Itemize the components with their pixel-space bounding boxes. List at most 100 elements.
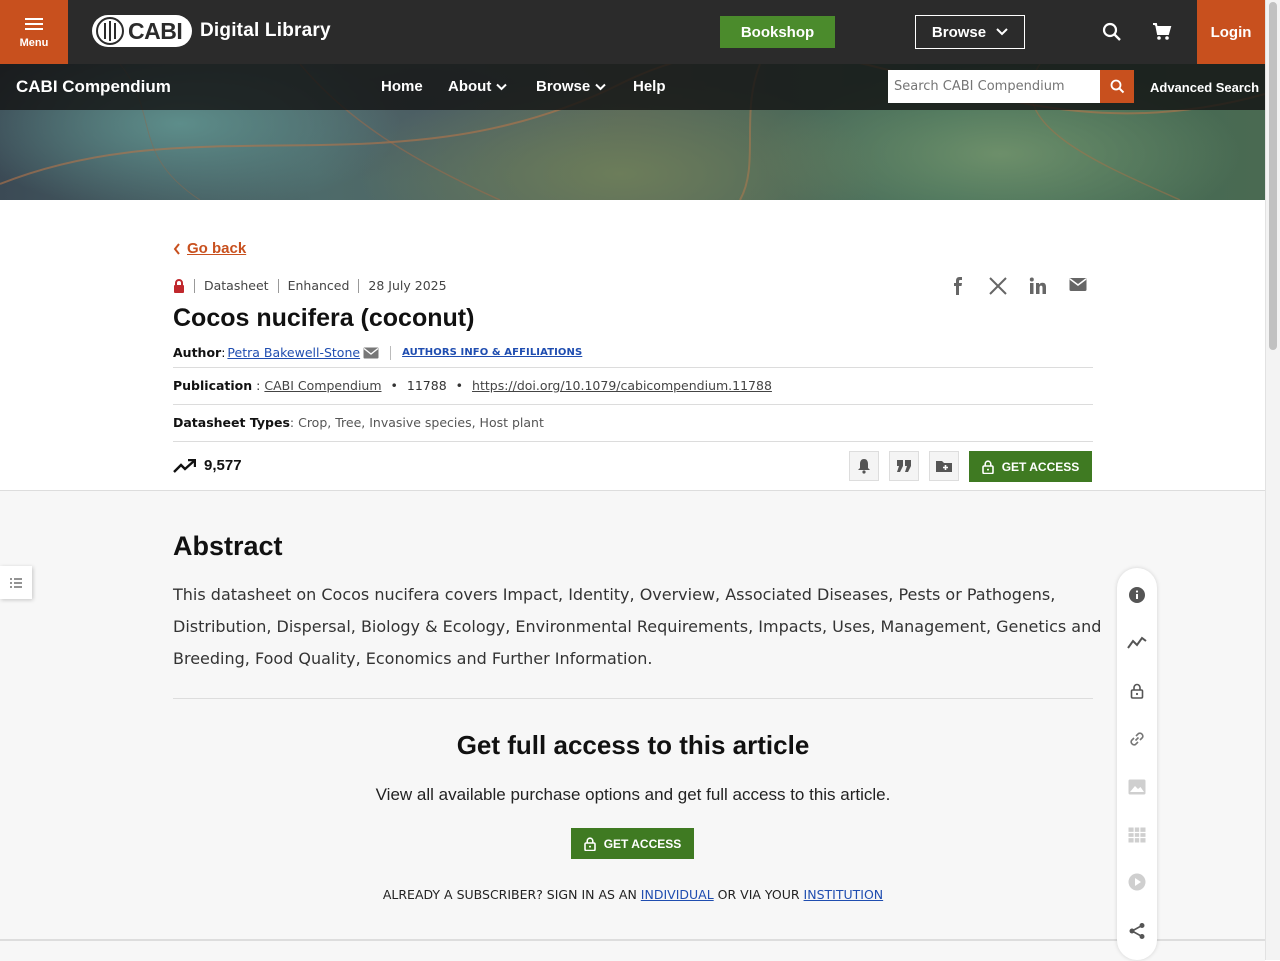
individual-signin-link[interactable]: INDIVIDUAL [641,887,714,902]
types-label: Datasheet Types [173,415,290,430]
full-access-heading: Get full access to this article [456,730,810,760]
nav-browse-label: Browse [536,78,591,95]
datasheet-types: Datasheet Types: Crop, Tree, Invasive sp… [173,415,544,430]
info-icon[interactable] [1127,585,1147,605]
list-icon [10,577,22,588]
nav-browse[interactable]: Browse [536,78,606,95]
types-value: Crop, Tree, Invasive species, Host plant [298,415,544,430]
abstract-text: This datasheet on Cocos nucifera covers … [173,585,1102,668]
publish-date: 28 July 2025 [368,278,447,293]
content-type: Datasheet [204,278,269,293]
chevron-down-icon [595,83,606,90]
divider [173,698,1093,699]
nav-home[interactable]: Home [381,78,423,95]
share-icon[interactable] [1127,921,1147,941]
divider [173,367,1093,368]
site-name: Digital Library [200,20,331,41]
divider [0,939,1265,941]
subscriber-middle: OR VIA YOUR [717,887,800,902]
nav-home-label: Home [381,78,423,95]
article-title: Cocos nucifera (coconut) [173,304,475,332]
cart-icon[interactable] [1152,22,1172,47]
link-icon[interactable] [1127,729,1147,749]
trending-icon [173,458,196,473]
view-count: 9,577 [173,457,242,474]
author-row: Author: Petra Bakewell-Stone AUTHORS INF… [173,345,583,360]
nav-help[interactable]: Help [633,78,666,95]
email-share-icon[interactable] [1069,277,1087,297]
subscriber-prefix: ALREADY A SUBSCRIBER? SIGN IN AS AN [382,887,637,902]
menu-icon [25,15,43,33]
folder-add-icon [936,461,952,472]
compendium-search-button[interactable] [1100,70,1134,103]
lock-icon [583,836,596,851]
scrollbar-thumb[interactable] [1269,2,1277,350]
full-access-subtext: View all available purchase options and … [375,785,891,804]
lock-icon[interactable] [1127,681,1147,701]
go-back-link[interactable]: Go back [173,240,246,257]
publication-number: 11788 [406,378,447,393]
get-access-label: GET ACCESS [603,836,682,851]
lock-icon [981,459,994,474]
institution-signin-link[interactable]: INSTITUTION [804,887,884,902]
divider [173,441,1093,442]
table-icon[interactable] [1127,825,1147,845]
authors-info-link[interactable]: AUTHORS INFO & AFFILIATIONS [402,347,582,358]
article-meta: Datasheet Enhanced 28 July 2025 [173,278,447,293]
publication-label: Publication [173,378,253,393]
subscriber-signin: ALREADY A SUBSCRIBER? SIGN IN AS AN INDI… [173,887,1093,902]
publication-link[interactable]: CABI Compendium [264,378,381,393]
doi-link[interactable]: https://doi.org/10.1079/cabicompendium.1… [472,378,772,393]
author-label: Author [173,345,222,360]
cabi-emblem-icon [96,17,124,45]
go-back-label[interactable]: Go back [187,240,246,257]
menu-button[interactable]: Menu [0,0,68,64]
search-icon[interactable] [1102,22,1122,47]
view-count-value: 9,577 [204,457,242,474]
logo-mark: CABI [92,15,192,47]
cabi-logo[interactable]: CABI Digital Library [92,15,331,47]
page-scrollbar[interactable] [1265,0,1280,960]
browse-dropdown[interactable]: Browse [915,15,1025,49]
get-access-label: GET ACCESS [1001,459,1080,474]
advanced-search-link[interactable]: Advanced Search [1150,80,1259,95]
cite-button[interactable] [889,451,919,481]
menu-label: Menu [19,37,49,49]
abstract-heading: Abstract [173,531,283,561]
nav-help-label: Help [633,78,666,95]
play-icon[interactable] [1127,872,1147,892]
chevron-down-icon [996,28,1008,36]
metrics-icon[interactable] [1127,632,1147,652]
author-name-link[interactable]: Petra Bakewell-Stone [227,345,360,360]
get-access-button[interactable]: GET ACCESS [571,828,694,859]
logo-text: CABI [128,17,183,44]
divider [173,404,1093,405]
bookshop-button[interactable]: Bookshop [720,16,835,48]
chevron-down-icon [496,83,508,90]
get-access-button[interactable]: GET ACCESS [969,451,1092,482]
facebook-icon[interactable] [950,277,966,300]
nav-about[interactable]: About [448,78,508,95]
image-icon[interactable] [1127,777,1147,797]
chevron-left-icon [173,242,180,255]
table-of-contents-toggle[interactable] [0,566,32,599]
bell-icon [858,459,870,474]
nav-about-label: About [448,78,492,95]
top-bar: Menu CABI Digital Library Bookshop Brows… [0,0,1265,64]
save-to-folder-button[interactable] [929,451,959,481]
x-icon[interactable] [989,277,1007,300]
compendium-title[interactable]: CABI Compendium [16,77,171,97]
compendium-nav: CABI Compendium Home About Browse Help A… [0,64,1265,110]
quote-icon [897,460,911,472]
publication-row: Publication: CABI Compendium • 11788 • h… [173,378,772,393]
article-tools-rail [1117,568,1157,960]
email-icon[interactable] [363,347,379,359]
alert-button[interactable] [849,451,879,481]
linkedin-icon[interactable] [1029,277,1047,300]
lock-icon [174,278,184,293]
content-status: Enhanced [287,278,350,293]
login-button[interactable]: Login [1197,0,1265,64]
compendium-search-input[interactable] [888,70,1100,103]
browse-label: Browse [931,23,987,41]
search-icon [1110,79,1124,94]
